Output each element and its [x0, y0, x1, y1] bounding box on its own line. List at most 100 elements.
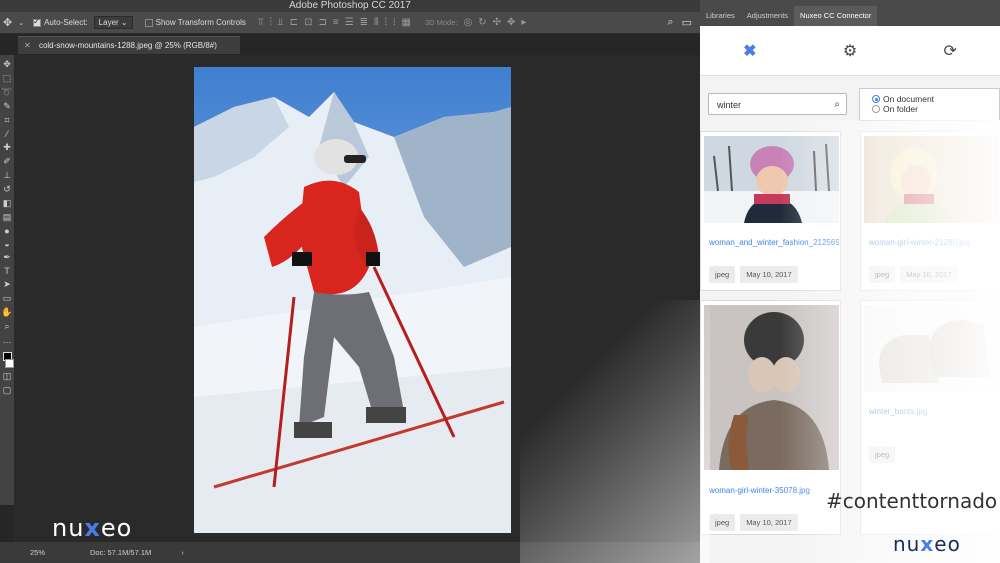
result-date-badge: May 10, 2017 — [740, 266, 798, 283]
distribute-middle-icon[interactable]: ☰ — [345, 17, 354, 28]
panel-header: ✖ ⚙ ⟳ — [700, 26, 1000, 76]
chevron-down-icon[interactable]: ⌄ — [18, 19, 24, 27]
search-icon[interactable]: ⌕ — [667, 16, 673, 29]
align-buttons: ⫪ ⫶ ⫫ ⊏ ⊡ ⊐ ≡ ☰ ≣ ⦀ ⁞ ⦙ ▦ — [258, 17, 411, 28]
options-bar: ✥ ⌄ Auto-Select: Layer ⌄ Show Transform … — [0, 12, 700, 34]
align-left-icon[interactable]: ⊏ — [290, 17, 298, 28]
align-right-icon[interactable]: ⊐ — [318, 17, 326, 28]
scope-on-folder[interactable]: On folder — [872, 104, 999, 114]
search-input[interactable]: winter ⌕ — [708, 93, 847, 115]
distribute-right-icon[interactable]: ⦙ — [393, 17, 395, 28]
move-tool-icon[interactable]: ✥ — [3, 16, 12, 29]
align-top-icon[interactable]: ⫪ — [258, 17, 264, 28]
result-tags: jpeg May 10, 2017 — [709, 266, 798, 283]
result-tags: jpeg — [869, 446, 896, 463]
screen-mode-icon[interactable]: ▢ — [3, 385, 12, 396]
crop-tool-icon[interactable]: ⌗ — [4, 115, 9, 126]
eyedropper-tool-icon[interactable]: ⁄ — [6, 129, 8, 139]
canvas-area[interactable] — [14, 55, 700, 542]
window-title: Adobe Photoshop CC 2017 — [289, 0, 411, 11]
tools-panel: ✥ ⬚ ➰ ✎ ⌗ ⁄ ✚ ✐ ⊥ ↺ ◧ ▤ ● ◒ ✒ T ➤ ▭ ✋ ⌕ … — [0, 55, 14, 505]
hand-tool-icon[interactable]: ✋ — [1, 307, 12, 318]
transform-controls-checkbox[interactable] — [144, 18, 153, 27]
healing-tool-icon[interactable]: ✚ — [3, 142, 11, 153]
quick-mask-icon[interactable]: ◫ — [3, 371, 12, 382]
3d-roll-icon[interactable]: ↻ — [478, 17, 486, 28]
eraser-tool-icon[interactable]: ◧ — [3, 198, 12, 209]
result-type-badge: jpeg — [709, 266, 736, 283]
result-card[interactable]: woman-girl-winter-35078.jpg jpeg May 10,… — [700, 300, 841, 535]
shape-tool-icon[interactable]: ▭ — [3, 293, 12, 304]
scope-on-document[interactable]: On document — [872, 94, 999, 104]
document-tab[interactable]: ✕ cold-snow-mountains-1288.jpeg @ 25% (R… — [18, 36, 240, 54]
tab-libraries[interactable]: Libraries — [700, 6, 741, 26]
path-select-tool-icon[interactable]: ➤ — [3, 279, 11, 290]
transform-controls-label: Show Transform Controls — [155, 18, 246, 27]
scope-on-folder-label: On folder — [883, 104, 918, 114]
zoom-tool-icon[interactable]: ⌕ — [4, 321, 9, 332]
auto-align-icon[interactable]: ▦ — [401, 17, 410, 28]
result-filename[interactable]: woman-girl-winter-35078.jpg — [709, 486, 839, 495]
auto-select-checkbox[interactable] — [33, 17, 42, 27]
result-card[interactable]: woman_and_winter_fashion_212569.jpg jpeg… — [700, 131, 841, 291]
refresh-icon[interactable]: ⟳ — [943, 41, 956, 61]
marquee-tool-icon[interactable]: ⬚ — [3, 73, 12, 84]
result-filename[interactable]: woman-girl-winter-21280.jpg — [869, 238, 999, 247]
result-filename[interactable]: winter_boots.jpg — [869, 407, 999, 416]
document-tab-label: cold-snow-mountains-1288.jpeg @ 25% (RGB… — [38, 41, 217, 50]
gear-icon[interactable]: ⚙ — [843, 41, 857, 61]
3d-mode-label: 3D Mode: — [424, 18, 458, 27]
status-menu-arrow[interactable]: › — [181, 548, 184, 557]
type-tool-icon[interactable]: T — [4, 266, 10, 276]
close-tab-icon[interactable]: ✕ — [24, 41, 31, 50]
history-brush-icon[interactable]: ↺ — [3, 184, 11, 195]
auto-select-dropdown[interactable]: Layer ⌄ — [93, 16, 133, 29]
result-thumbnail[interactable] — [864, 305, 999, 392]
radio-on-folder[interactable] — [872, 105, 880, 113]
stamp-tool-icon[interactable]: ⊥ — [3, 170, 11, 181]
align-middle-icon[interactable]: ⫶ — [270, 17, 273, 28]
move-tool-icon[interactable]: ✥ — [3, 59, 11, 70]
tab-nuxeo-connector[interactable]: Nuxeo CC Connector — [794, 6, 878, 26]
3d-orbit-icon[interactable]: ◎ — [463, 17, 472, 28]
distribute-left-icon[interactable]: ⦀ — [374, 17, 378, 28]
result-tags: jpeg May 10, 2017 — [869, 266, 958, 283]
search-input-value: winter — [717, 100, 742, 110]
radio-on-document[interactable] — [872, 95, 880, 103]
result-type-badge: jpeg — [869, 266, 896, 283]
nuxeo-logo-right: nuxeo — [893, 532, 961, 556]
blur-tool-icon[interactable]: ● — [4, 226, 9, 236]
more-tools-icon[interactable]: … — [3, 335, 12, 345]
result-thumbnail[interactable] — [704, 136, 839, 223]
3d-pan-icon[interactable]: ✣ — [493, 17, 501, 28]
auto-select-label: Auto-Select: — [44, 18, 88, 27]
distribute-top-icon[interactable]: ≡ — [333, 17, 339, 28]
logo-left-text-pre: nu — [52, 514, 85, 542]
distribute-center-icon[interactable]: ⁞ — [384, 17, 387, 28]
distribute-bottom-icon[interactable]: ≣ — [360, 17, 368, 28]
result-filename[interactable]: woman_and_winter_fashion_212569.jpg — [709, 238, 839, 247]
title-bar: Adobe Photoshop CC 2017 — [0, 0, 700, 12]
document-image[interactable] — [194, 67, 511, 533]
quick-select-tool-icon[interactable]: ✎ — [3, 101, 11, 112]
dodge-tool-icon[interactable]: ◒ — [4, 239, 9, 249]
workspace-icon[interactable]: ▭ — [682, 16, 692, 29]
3d-slide-icon[interactable]: ✥ — [507, 17, 515, 28]
result-card[interactable]: woman-girl-winter-21280.jpg jpeg May 10,… — [860, 131, 1000, 291]
lasso-tool-icon[interactable]: ➰ — [1, 87, 12, 98]
result-thumbnail[interactable] — [704, 305, 839, 470]
result-type-badge: jpeg — [709, 514, 736, 531]
gradient-tool-icon[interactable]: ▤ — [3, 212, 12, 223]
tab-adjustments[interactable]: Adjustments — [741, 6, 794, 26]
brush-tool-icon[interactable]: ✐ — [3, 156, 11, 167]
search-icon[interactable]: ⌕ — [834, 94, 840, 116]
3d-scale-icon[interactable]: ▸ — [521, 17, 526, 28]
background-color-swatch[interactable] — [4, 359, 14, 368]
pen-tool-icon[interactable]: ✒ — [3, 252, 11, 263]
result-thumbnail[interactable] — [864, 136, 999, 223]
zoom-level[interactable]: 25% — [30, 548, 70, 557]
align-center-icon[interactable]: ⊡ — [304, 17, 312, 28]
panel-tabs: Libraries Adjustments Nuxeo CC Connector — [700, 0, 1000, 26]
nuxeo-home-icon[interactable]: ✖ — [743, 41, 756, 61]
align-bottom-icon[interactable]: ⫫ — [278, 17, 284, 28]
